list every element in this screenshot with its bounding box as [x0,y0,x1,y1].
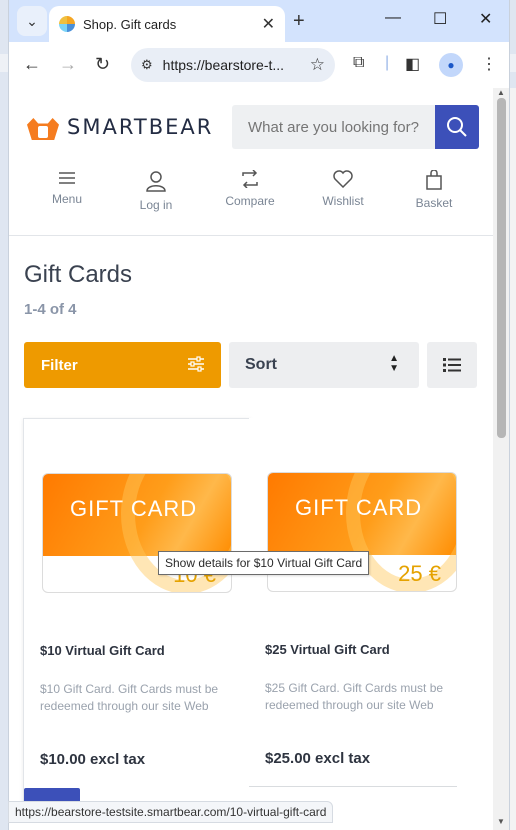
browser-toolbar: ← → ↻ ⚙ https://bearstore-t... ☆ ⧉ | ◧ ●… [9,42,509,88]
tab-title: Shop. Gift cards [83,16,177,32]
sort-dropdown[interactable]: Sort ▲ ▼ [229,342,419,388]
active-tab[interactable]: Shop. Gift cards ✕ [49,6,285,42]
list-icon [443,358,461,372]
header-divider [9,235,493,236]
search-box [232,105,436,149]
product-description: $25 Gift Card. Gift Cards must be redeem… [265,681,444,712]
shopping-bag-icon [426,170,442,190]
nav-label-compare: Compare [225,194,275,208]
back-icon[interactable]: ← [23,54,41,75]
icon-navigation: Menu Log in Compare Wishlist Basket [9,170,493,218]
sliders-icon [188,356,204,372]
address-bar[interactable]: ⚙ https://bearstore-t... ☆ [131,48,335,82]
side-panel-icon[interactable]: ◧ [405,54,420,74]
product-card[interactable]: GIFT CARD 25 € $25 Virtual Gift Card $25… [249,418,477,818]
nav-label-wishlist: Wishlist [322,194,364,208]
hamburger-icon [59,172,75,184]
bear-logo-icon [23,114,63,140]
tab-close-icon[interactable]: ✕ [262,14,275,34]
site-header: SMARTBEAR [9,88,493,158]
search-input[interactable] [248,118,428,136]
minimize-icon[interactable]: — [385,9,401,27]
gift-card-image[interactable]: GIFT CARD 10 € [42,473,232,593]
logo-text: SMARTBEAR [67,115,214,139]
list-view-button[interactable] [427,342,477,388]
sort-label: Sort [245,356,277,373]
title-bar: ⌄ Shop. Gift cards ✕ + — ☐ ✕ [9,0,509,42]
nav-basket[interactable]: Basket [399,170,469,212]
gift-card-banner: GIFT CARD [43,474,231,592]
web-page: SMARTBEAR What are you looking for? Menu… [9,88,493,830]
product-card[interactable]: GIFT CARD 10 € $10 Virtual Gift Card $10… [23,418,251,818]
scroll-down-icon[interactable]: ▼ [497,817,505,826]
product-title[interactable]: $25 Virtual Gift Card [265,642,390,657]
scrollbar-thumb[interactable] [497,98,506,438]
window-close-icon[interactable]: ✕ [479,9,492,29]
result-count: 1-4 of 4 [24,301,77,318]
forward-icon[interactable]: → [59,54,77,75]
product-price: $10.00 excl tax [40,751,146,768]
nav-label-menu: Menu [51,192,83,206]
reload-icon[interactable]: ↻ [95,54,110,75]
nav-compare[interactable]: Compare [215,170,285,210]
filter-button[interactable]: Filter [24,342,221,388]
gift-card-label: GIFT CARD [295,495,423,520]
page-title: Gift Cards [24,261,133,288]
browser-window: ⌄ Shop. Gift cards ✕ + — ☐ ✕ ← → ↻ ⚙ htt… [8,0,510,830]
nav-wishlist[interactable]: Wishlist [308,170,378,210]
filter-label: Filter [41,356,78,374]
site-info-icon[interactable]: ⚙ [141,57,153,73]
screen: ⌄ Shop. Gift cards ✕ + — ☐ ✕ ← → ↻ ⚙ htt… [0,0,516,830]
compare-icon [242,170,258,188]
heart-icon [333,170,353,188]
tab-search-button[interactable]: ⌄ [17,6,47,36]
product-description: $10 Gift Card. Gift Cards must be redeem… [40,682,219,713]
extensions-icon[interactable]: ⧉ [353,54,364,72]
status-bar-url: https://bearstore-testsite.smartbear.com… [8,801,334,823]
favicon-icon [59,16,75,32]
product-title[interactable]: $10 Virtual Gift Card [40,643,165,658]
product-price: $25.00 excl tax [265,750,371,767]
nav-label-basket: Basket [415,196,453,210]
url-text: https://bearstore-t... [162,57,285,73]
scroll-up-icon[interactable]: ▲ [497,88,505,97]
gift-card-banner: GIFT CARD [268,473,456,591]
card-divider [249,786,457,787]
sort-arrows-icon: ▲ ▼ [389,353,399,374]
new-tab-icon[interactable]: + [293,10,305,33]
browser-menu-icon[interactable]: ⋮ [481,54,497,74]
nav-login[interactable]: Log in [121,170,191,214]
user-icon [146,171,166,192]
nav-menu[interactable]: Menu [32,170,102,208]
smartbear-logo[interactable]: SMARTBEAR [23,114,213,140]
profile-avatar-icon[interactable]: ● [439,53,463,77]
gift-card-label: GIFT CARD [70,496,198,521]
vertical-scrollbar[interactable]: ▲ ▼ [493,88,509,830]
chevron-down-icon: ⌄ [26,12,38,29]
gift-card-value: 25 € [398,561,441,586]
nav-label-login: Log in [139,198,173,212]
toolbar-separator: | [385,54,390,71]
search-button[interactable] [435,105,479,149]
tooltip: Show details for $10 Virtual Gift Card [158,551,370,575]
maximize-icon[interactable]: ☐ [433,9,447,29]
bookmark-star-icon[interactable]: ☆ [310,55,325,75]
search-icon [447,117,467,137]
